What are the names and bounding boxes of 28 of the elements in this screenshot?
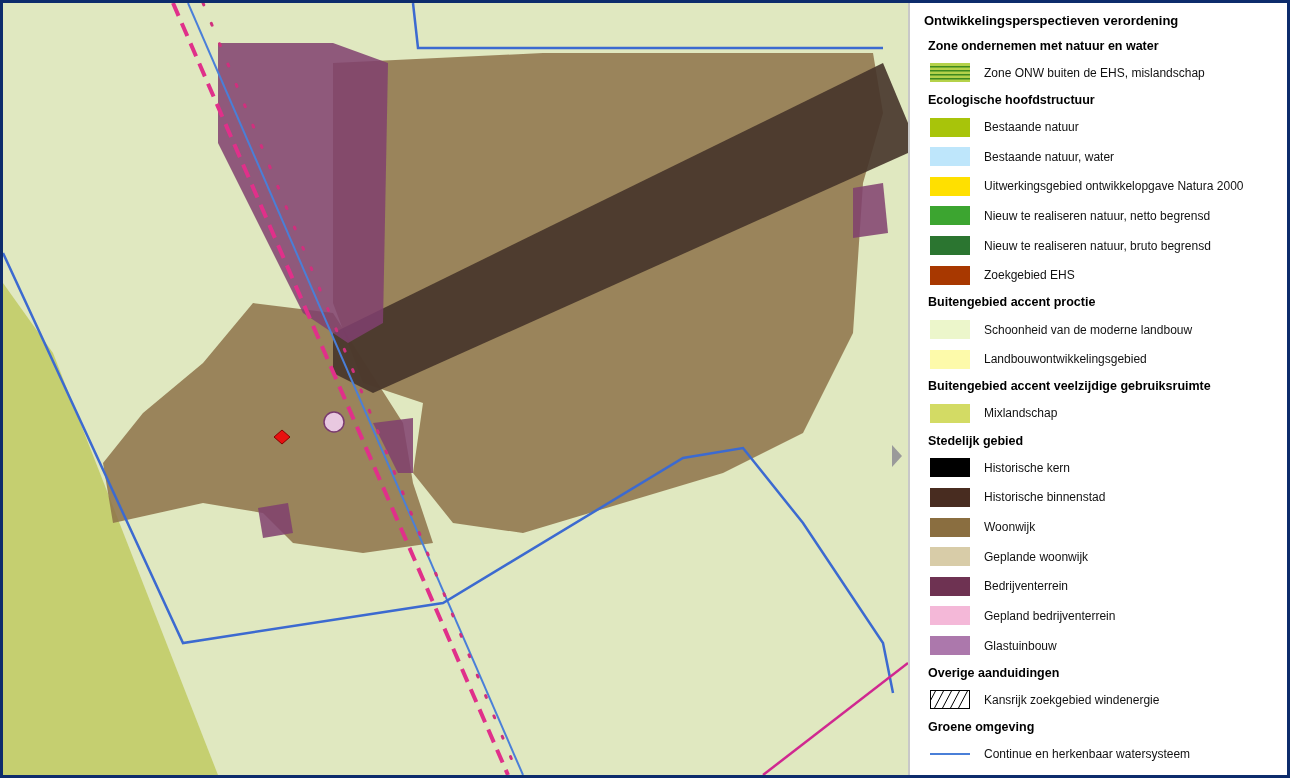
legend-label: Bestaande natuur <box>984 120 1079 135</box>
legend-label: Historische kern <box>984 460 1071 475</box>
legend-label: Bestaande natuur, water <box>984 149 1115 164</box>
legend-section-title: Zone ondernemen met natuur en water <box>928 38 1160 53</box>
legend-label: Landbouwontwikkelingsgebied <box>984 352 1147 367</box>
legend-label: Glastuinbouw <box>984 638 1057 653</box>
legend-title: Ontwikkelingsperspectieven verordening <box>924 13 1180 28</box>
legend-label: Bedrijventerrein <box>984 579 1069 594</box>
legend-label: Geplande woonwijk <box>984 549 1089 564</box>
legend-label: Gepland bedrijventerrein <box>984 608 1116 623</box>
legend-section-title: Buitengebied accent proctie <box>928 295 1097 310</box>
legend-label: Uitwerkingsgebied ontwikkelopgave Natura 2000 <box>984 179 1244 194</box>
legend-label: Kansrijk zoekgebied windenergie <box>984 692 1160 707</box>
legend-label: Zone ONW buiten de EHS, mislandschap <box>984 65 1205 80</box>
legend-section-title: Overige aanduidingen <box>928 665 1061 680</box>
legend-label: Nieuw te realiseren natuur, bruto begrensd <box>984 238 1211 253</box>
legend-section-title: Buitengebied accent veelzijdige gebruiksruimte <box>928 379 1212 394</box>
legend-section-title: Ecologische hoofdstructuur <box>928 92 1096 107</box>
legend-label: Nieuw te realiseren natuur, netto begrensd <box>984 209 1211 223</box>
legend-label: Historische binnenstad <box>984 490 1106 505</box>
legend-label: Woonwijk <box>984 520 1036 535</box>
legend-label: Mixlandschap <box>984 406 1058 421</box>
legend-section-title: Stedelijk gebied <box>928 433 1025 448</box>
legend-label: Continue en herkenbaar watersysteem <box>984 746 1191 761</box>
legend-section-title: Groene omgeving <box>928 720 1036 734</box>
expand-arrow-icon[interactable] <box>890 443 904 469</box>
legend-label: Schoonheid van de moderne landbouw <box>984 322 1193 337</box>
legend-label: Zoekgebied EHS <box>984 268 1075 283</box>
